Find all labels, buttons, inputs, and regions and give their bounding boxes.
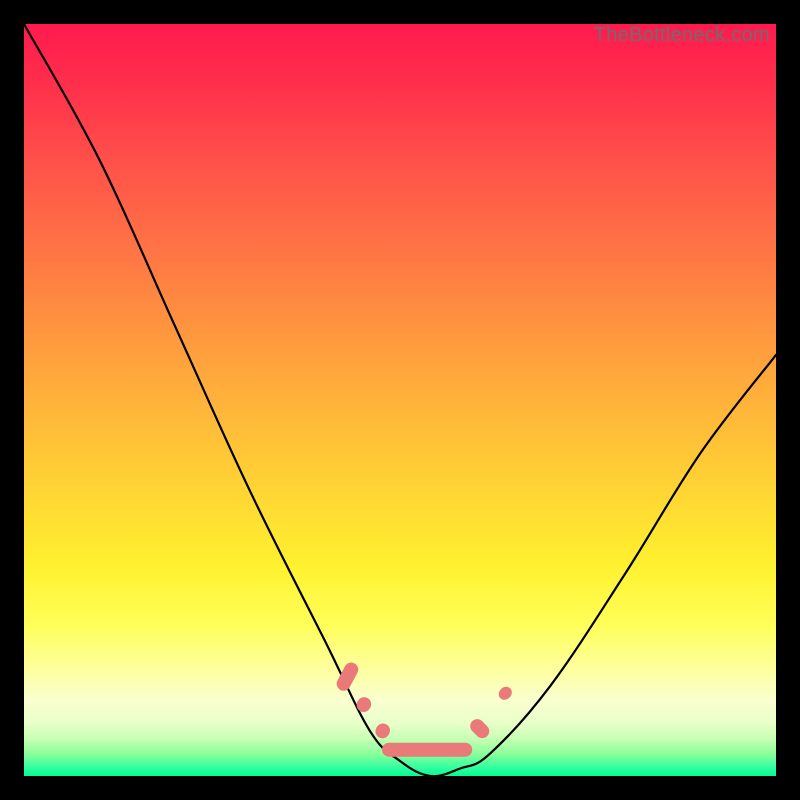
valley-pill	[496, 684, 514, 702]
valley-markers	[334, 660, 514, 757]
bottleneck-curve-svg	[24, 24, 776, 776]
valley-pill	[382, 743, 472, 757]
valley-pill	[354, 695, 374, 715]
valley-pill	[334, 660, 360, 693]
chart-plot-area	[24, 24, 776, 776]
watermark-text: TheBottleneck.com	[594, 24, 770, 47]
bottleneck-curve-path	[24, 24, 776, 776]
valley-pill	[467, 716, 492, 741]
